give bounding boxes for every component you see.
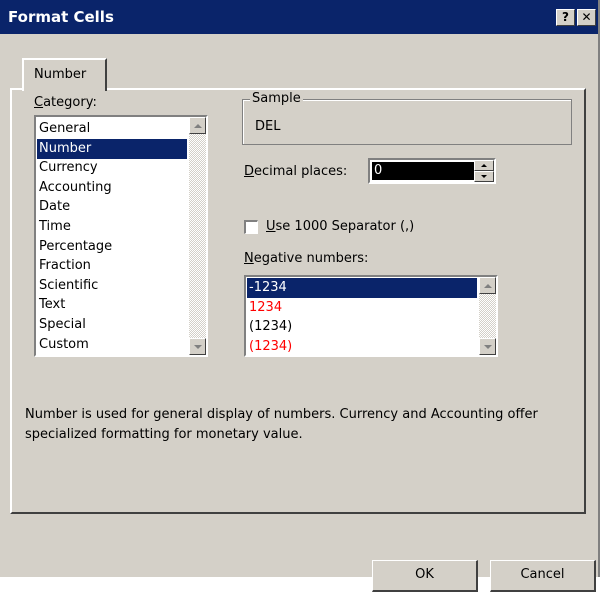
sample-legend: Sample [250, 91, 303, 106]
decimal-places-input[interactable]: 0 [372, 162, 474, 180]
category-item[interactable]: Fraction [37, 256, 187, 276]
spin-down-button[interactable] [474, 171, 494, 182]
negative-number-option[interactable]: (1234) [247, 337, 477, 356]
decimal-places-spinner[interactable]: 0 [368, 158, 496, 184]
title-bar: Format Cells ? ✕ [0, 0, 598, 34]
scroll-down-button[interactable] [479, 338, 496, 355]
format-description: Number is used for general display of nu… [25, 407, 538, 442]
separator-label[interactable]: Use 1000 Separator (,) [266, 219, 414, 234]
close-icon[interactable]: ✕ [577, 9, 596, 26]
format-cells-dialog: Format Cells ? ✕ Number Category: Genera… [0, 0, 600, 577]
spin-up-icon [481, 164, 487, 167]
category-item[interactable]: Number [37, 138, 187, 159]
category-item[interactable]: Time [37, 217, 187, 237]
category-item[interactable]: Currency [37, 158, 187, 178]
category-item[interactable]: Percentage [37, 237, 187, 257]
scroll-up-button[interactable] [189, 117, 206, 134]
category-item[interactable]: Custom [37, 335, 187, 355]
negative-numbers-listbox[interactable]: -1234 1234 (1234) (1234) [244, 275, 498, 357]
tab-number[interactable]: Number [22, 58, 107, 91]
spin-down-icon [481, 175, 487, 178]
negative-number-option[interactable]: -1234 [247, 278, 477, 298]
category-item[interactable]: Accounting [37, 178, 187, 198]
arrow-down-icon [194, 345, 202, 349]
ok-button[interactable]: OK [372, 560, 478, 592]
category-item[interactable]: Date [37, 197, 187, 217]
sample-value: DEL [255, 119, 281, 134]
separator-checkbox[interactable] [244, 220, 258, 234]
decimal-places-label: Decimal places: [244, 164, 348, 179]
window-title: Format Cells [8, 8, 114, 26]
help-icon[interactable]: ? [556, 9, 575, 26]
category-listbox[interactable]: General Number Currency Accounting Date Time P… [34, 115, 208, 357]
category-item[interactable]: Text [37, 295, 187, 315]
negative-numbers-scrollbar[interactable] [479, 277, 496, 355]
arrow-down-icon [484, 345, 492, 349]
negative-numbers-label: Negative numbers: [244, 251, 369, 266]
cancel-button[interactable]: Cancel [490, 560, 596, 592]
arrow-up-icon [484, 284, 492, 288]
negative-number-option[interactable]: 1234 [247, 298, 477, 318]
category-scrollbar[interactable] [189, 117, 206, 355]
scroll-up-button[interactable] [479, 277, 496, 294]
scroll-down-button[interactable] [189, 338, 206, 355]
category-item[interactable]: Scientific [37, 276, 187, 296]
category-item[interactable]: Special [37, 315, 187, 335]
arrow-up-icon [194, 124, 202, 128]
tab-number-label: Number [34, 67, 87, 82]
category-item[interactable]: General [37, 119, 187, 139]
negative-number-option[interactable]: (1234) [247, 317, 477, 337]
category-label: Category: [34, 95, 97, 110]
spin-up-button[interactable] [474, 160, 494, 171]
